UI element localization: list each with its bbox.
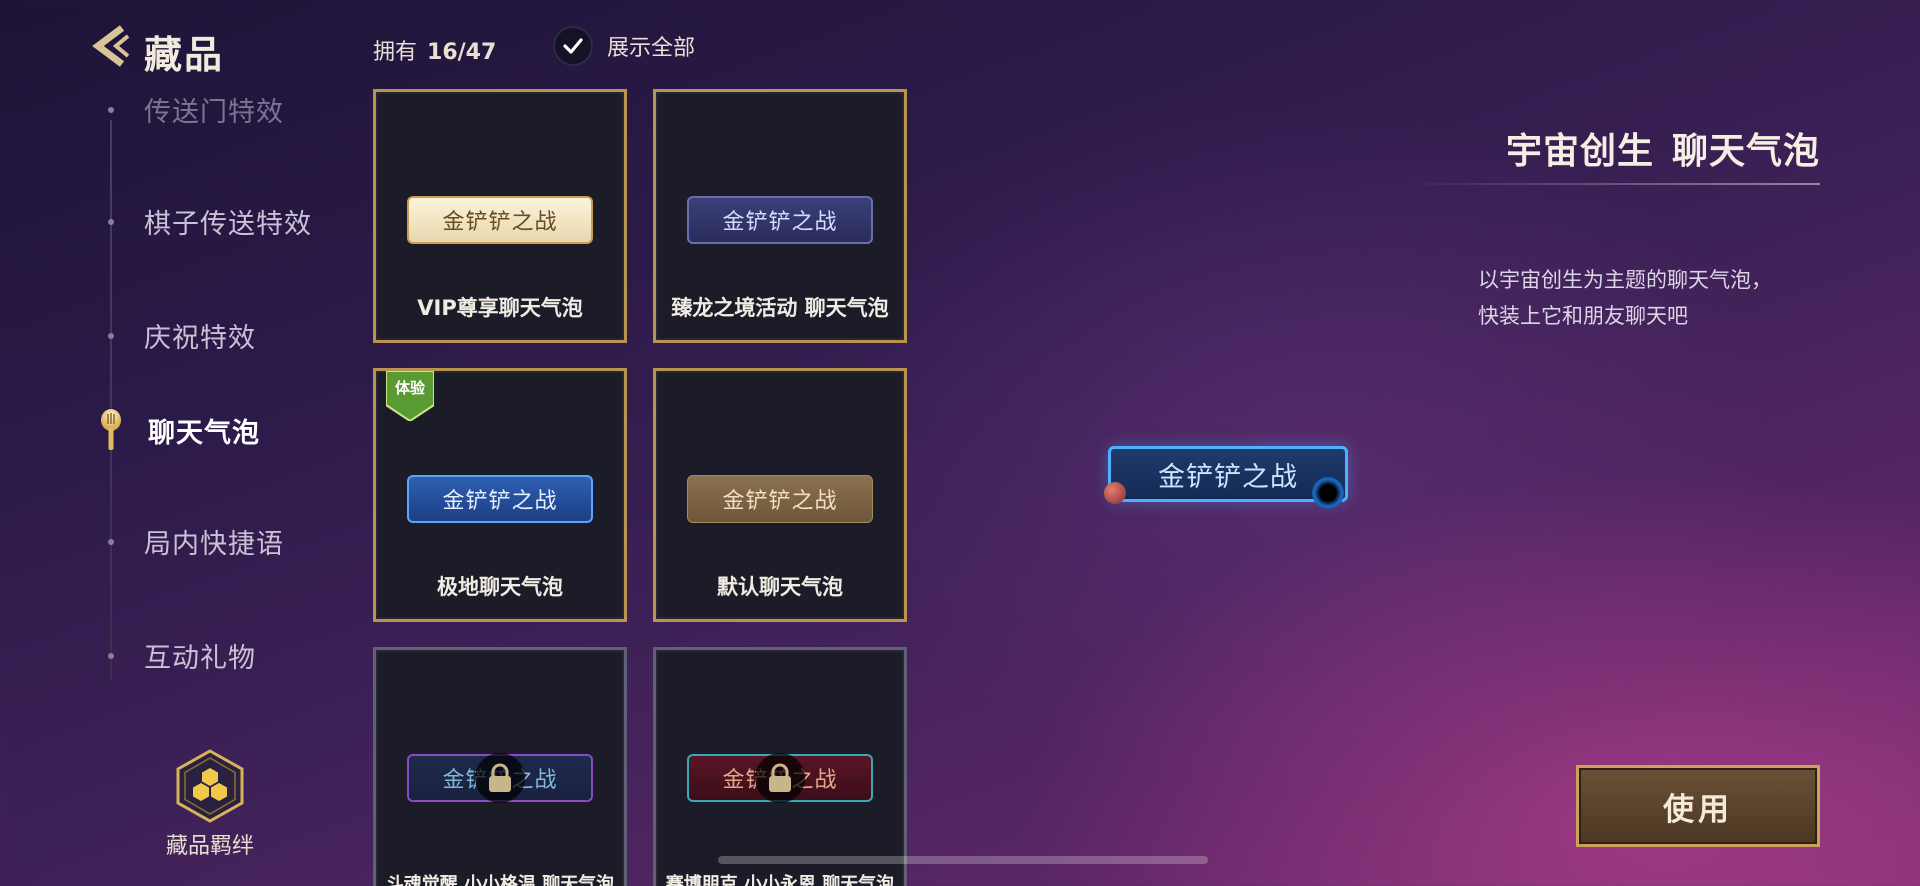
card-label: VIP尊享聊天气泡	[417, 296, 583, 320]
collection-card-polar-bubble[interactable]: 体验 金铲铲之战 极地聊天气泡	[373, 368, 627, 622]
detail-title: 宇宙创生 聊天气泡	[1506, 122, 1820, 174]
planet-icon	[1104, 482, 1126, 504]
detail-divider	[1400, 183, 1820, 185]
trial-badge-label: 体验	[394, 379, 425, 397]
detail-title-part1: 宇宙创生	[1505, 131, 1654, 172]
bullet-icon	[108, 538, 114, 545]
description-line: 以宇宙创生为主题的聊天气泡，	[1478, 268, 1772, 292]
back-button[interactable]	[88, 22, 136, 70]
collection-card-default-bubble[interactable]: 金铲铲之战 默认聊天气泡	[653, 368, 907, 622]
description-line: 快装上它和朋友聊天吧	[1478, 304, 1688, 328]
sidebar-item-label: 棋子传送特效	[144, 209, 312, 240]
bond-label: 藏品羁绊	[165, 834, 254, 859]
owned-count: 16/47	[427, 40, 497, 65]
collection-screen: 藏品 拥有 16/47 展示全部 传送门特效 棋子传送特效 庆祝特效 聊天气泡 …	[0, 0, 1920, 886]
sidebar-item-chat-bubbles[interactable]: 聊天气泡	[90, 408, 260, 452]
sidebar-item-label: 聊天气泡	[148, 417, 260, 449]
detail-title-part2: 聊天气泡	[1671, 131, 1820, 172]
collection-card-spirit-bubble[interactable]: 金铲铲之战 斗魂觉醒 小小格温 聊天气泡	[373, 647, 627, 886]
sidebar-item-piece-teleport-effects[interactable]: 棋子传送特效	[90, 202, 312, 241]
sidebar-item-label: 传送门特效	[144, 97, 284, 128]
show-all-label: 展示全部	[607, 36, 696, 61]
bullet-icon	[108, 106, 114, 113]
owned-counter: 拥有 16/47	[373, 34, 496, 66]
bullet-icon	[108, 218, 114, 225]
sidebar-item-celebration-effects[interactable]: 庆祝特效	[90, 316, 256, 355]
sidebar-item-label: 互动礼物	[144, 643, 256, 674]
card-label: 斗魂觉醒 小小格温 聊天气泡	[385, 874, 615, 886]
trial-badge: 体验	[386, 371, 434, 421]
bubble-preview: 金铲铲之战	[687, 475, 873, 523]
lock-icon	[755, 753, 805, 803]
home-indicator[interactable]	[718, 856, 1208, 864]
collection-card-cyber-bubble[interactable]: 金铲铲之战 赛博朋克 小小永恩 聊天气泡	[653, 647, 907, 886]
use-button[interactable]: 使用	[1576, 765, 1820, 847]
sidebar-item-portal-effects[interactable]: 传送门特效	[90, 90, 284, 129]
collection-card-vip-bubble[interactable]: 金铲铲之战 VIP尊享聊天气泡	[373, 89, 627, 343]
bubble-preview: 金铲铲之战	[407, 475, 593, 523]
bubble-preview: 金铲铲之战	[687, 196, 873, 244]
category-sidebar: 传送门特效 棋子传送特效 庆祝特效 聊天气泡 局内快捷语 互动礼物	[0, 80, 340, 740]
sidebar-item-interactive-gifts[interactable]: 互动礼物	[90, 636, 256, 675]
card-label: 臻龙之境活动 聊天气泡	[671, 296, 889, 320]
owned-label: 拥有	[373, 40, 418, 65]
bullet-icon	[108, 332, 114, 339]
honeycomb-icon	[172, 748, 248, 824]
collection-bond-button[interactable]: 藏品羁绊	[150, 748, 270, 860]
checkmark-icon	[563, 38, 583, 54]
spatula-icon	[98, 408, 124, 452]
black-hole-icon	[1312, 477, 1344, 509]
bullet-icon	[108, 652, 114, 659]
detail-description: 以宇宙创生为主题的聊天气泡， 快装上它和朋友聊天吧	[1478, 262, 1898, 334]
sidebar-item-quick-phrases[interactable]: 局内快捷语	[90, 522, 284, 561]
back-arrow-icon	[92, 25, 130, 67]
card-label: 赛博朋克 小小永恩 聊天气泡	[665, 874, 895, 886]
collection-card-dragon-bubble[interactable]: 金铲铲之战 臻龙之境活动 聊天气泡	[653, 89, 907, 343]
sidebar-item-label: 局内快捷语	[144, 529, 284, 560]
bubble-preview: 金铲铲之战	[407, 196, 593, 244]
lock-icon	[475, 753, 525, 803]
page-title: 藏品	[144, 33, 225, 77]
show-all-checkbox[interactable]	[553, 26, 593, 66]
show-all-toggle[interactable]: 展示全部	[553, 26, 695, 66]
card-label: 极地聊天气泡	[437, 575, 563, 599]
sidebar-item-label: 庆祝特效	[144, 323, 256, 354]
card-label: 默认聊天气泡	[717, 575, 843, 599]
